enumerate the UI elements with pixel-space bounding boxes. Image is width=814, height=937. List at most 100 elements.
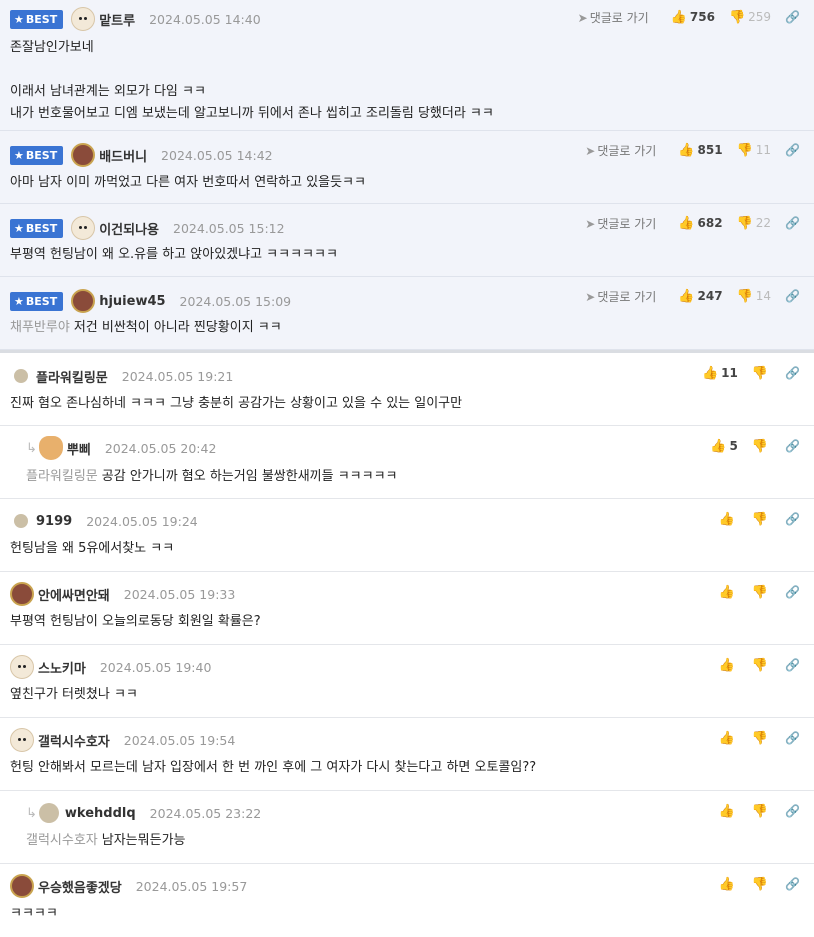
star-icon: ★ (14, 221, 24, 235)
comment: 안에싸면안돼 2024.05.05 19:33 👍 👎 🔗 부평역 헌팅남이 오… (0, 572, 814, 645)
downvote-button[interactable]: 👎 (752, 877, 771, 892)
paper-plane-icon: ➤ (577, 10, 588, 25)
downvote-button[interactable]: 👎 (752, 804, 771, 819)
nickname[interactable]: 9199 (36, 514, 72, 529)
quoted-nickname[interactable]: 채푸반루야 (10, 320, 70, 335)
nickname[interactable]: 배드버니 (99, 146, 147, 165)
link-icon[interactable]: 🔗 (785, 731, 800, 745)
upvote-button[interactable]: 👍 756 (671, 10, 715, 25)
upvote-button[interactable]: 👍 5 (710, 439, 738, 454)
avatar[interactable] (14, 514, 28, 528)
nickname[interactable]: 맡트루 (99, 10, 135, 29)
downvote-button[interactable]: 👎 (752, 366, 771, 381)
thumb-down-icon: 👎 (751, 803, 769, 819)
thumb-down-icon: 👎 (728, 9, 746, 25)
upvote-button[interactable]: 👍 (719, 804, 738, 819)
comment-body: ㅋㅋㅋㅋ (10, 906, 58, 921)
avatar[interactable] (71, 216, 96, 240)
thumb-down-icon: 👎 (751, 438, 769, 454)
avatar[interactable] (71, 143, 96, 167)
upvote-button[interactable]: 👍 11 (702, 366, 738, 381)
avatar[interactable] (38, 436, 63, 460)
best-badge: ★ BEST (10, 145, 64, 165)
upvote-button[interactable]: 👍 (719, 658, 738, 673)
link-icon[interactable]: 🔗 (785, 585, 800, 599)
reply-comment: ↳ 뿌삐 2024.05.05 20:42 👍 5 👎 🔗 플라워킬링문 공감 안가… (0, 426, 814, 499)
quoted-nickname[interactable]: 갤럭시수호자 (26, 833, 98, 848)
comment: 9199 2024.05.05 19:24 👍 👎 🔗 헌팅남을 왜 5유에서찾… (0, 499, 814, 572)
thumb-up-icon: 👍 (678, 215, 695, 231)
link-icon[interactable]: 🔗 (785, 10, 800, 24)
thumb-up-icon: 👍 (718, 511, 735, 527)
goto-comment-link[interactable]: ➤ 댓글로 가기 (585, 215, 656, 232)
thumb-down-icon: 👎 (751, 511, 769, 527)
downvote-button[interactable]: 👎 (752, 731, 771, 746)
quoted-nickname[interactable]: 플라워킬링문 (26, 469, 98, 484)
downvote-button[interactable]: 👎 259 (729, 10, 771, 25)
downvote-button[interactable]: 👎 (752, 585, 771, 600)
thumb-up-icon: 👍 (670, 9, 687, 25)
thumb-up-icon: 👍 (718, 657, 735, 673)
comment: 스노키마 2024.05.05 19:40 👍 👎 🔗 옆친구가 터렛쳤나 ㅋㅋ (0, 645, 814, 718)
comment: 플라워킬링문 2024.05.05 19:21 👍 11 👎 🔗 진짜 혐오 존나… (0, 353, 814, 426)
link-icon[interactable]: 🔗 (785, 804, 800, 818)
thumb-up-icon: 👍 (710, 438, 727, 454)
thumb-up-icon: 👍 (718, 876, 735, 892)
goto-comment-link[interactable]: ➤ 댓글로 가기 (585, 142, 656, 159)
comment-body: 헌팅남을 왜 5유에서찾노 ㅋㅋ (10, 541, 175, 556)
nickname[interactable]: 갤럭시수호자 (38, 731, 110, 750)
avatar[interactable] (71, 7, 96, 31)
link-icon[interactable]: 🔗 (785, 439, 800, 453)
downvote-button[interactable]: 👎 (752, 439, 771, 454)
link-icon[interactable]: 🔗 (785, 289, 800, 303)
avatar[interactable] (10, 582, 34, 606)
link-icon[interactable]: 🔗 (785, 877, 800, 891)
upvote-button[interactable]: 👍 247 (678, 289, 722, 304)
avatar[interactable] (10, 874, 34, 898)
link-icon[interactable]: 🔗 (785, 216, 800, 230)
avatar[interactable] (38, 803, 59, 823)
nickname[interactable]: wkehddlq (65, 806, 136, 821)
best-comment: ★ BEST 맡트루 2024.05.05 14:40 ➤ 댓글로 가기 👍 756 … (0, 0, 814, 131)
comment: 갤럭시수호자 2024.05.05 19:54 👍 👎 🔗 헌팅 안해봐서 모르… (0, 718, 814, 791)
goto-comment-link[interactable]: ➤ 댓글로 가기 (578, 9, 649, 26)
nickname[interactable]: 우승했음좋겠당 (38, 877, 122, 896)
comment-body: 헌팅 안해봐서 모르는데 남자 입장에서 한 번 까인 후에 그 여자가 다시 … (10, 760, 537, 775)
nickname[interactable]: 이건되나용 (99, 219, 159, 238)
thumb-up-icon: 👍 (718, 730, 735, 746)
upvote-button[interactable]: 👍 (719, 512, 738, 527)
thumb-down-icon: 👎 (751, 584, 769, 600)
avatar[interactable] (14, 369, 28, 383)
downvote-button[interactable]: 👎 14 (737, 289, 771, 304)
goto-comment-link[interactable]: ➤ 댓글로 가기 (585, 288, 656, 305)
link-icon[interactable]: 🔗 (785, 658, 800, 672)
upvote-button[interactable]: 👍 682 (678, 216, 722, 231)
upvote-button[interactable]: 👍 (719, 877, 738, 892)
avatar[interactable] (10, 728, 34, 752)
avatar[interactable] (10, 655, 34, 679)
comment-date: 2024.05.05 15:12 (173, 220, 285, 236)
reply-comment: ↳ wkehddlq 2024.05.05 23:22 👍 👎 🔗 갤럭시수호자… (0, 791, 814, 864)
nickname[interactable]: 안에싸면안돼 (38, 585, 110, 604)
downvote-button[interactable]: 👎 22 (737, 216, 771, 231)
link-icon[interactable]: 🔗 (785, 143, 800, 157)
downvote-button[interactable]: 👎 11 (737, 143, 771, 158)
nickname[interactable]: hjuiew45 (99, 294, 165, 309)
link-icon[interactable]: 🔗 (785, 512, 800, 526)
downvote-button[interactable]: 👎 (752, 512, 771, 527)
comment-date: 2024.05.05 19:33 (123, 586, 236, 602)
comment-body: 플라워킬링문 공감 안가니까 혐오 하는거임 불쌍한새끼들 ㅋㅋㅋㅋㅋ (26, 469, 398, 484)
upvote-button[interactable]: 👍 851 (678, 143, 722, 158)
best-comment: ★ BEST hjuiew45 2024.05.05 15:09 ➤ 댓글로 가기 … (0, 277, 814, 350)
link-icon[interactable]: 🔗 (785, 366, 800, 380)
upvote-button[interactable]: 👍 (719, 731, 738, 746)
comment-body: 채푸반루야 저건 비싼척이 아니라 찐당황이지 ㅋㅋ (10, 320, 282, 335)
nickname[interactable]: 뿌삐 (67, 439, 91, 458)
downvote-button[interactable]: 👎 (752, 658, 771, 673)
upvote-button[interactable]: 👍 (719, 585, 738, 600)
thumb-down-icon: 👎 (751, 365, 769, 381)
star-icon: ★ (14, 12, 24, 26)
nickname[interactable]: 스노키마 (38, 658, 86, 677)
nickname[interactable]: 플라워킬링문 (36, 367, 108, 386)
avatar[interactable] (71, 289, 96, 313)
